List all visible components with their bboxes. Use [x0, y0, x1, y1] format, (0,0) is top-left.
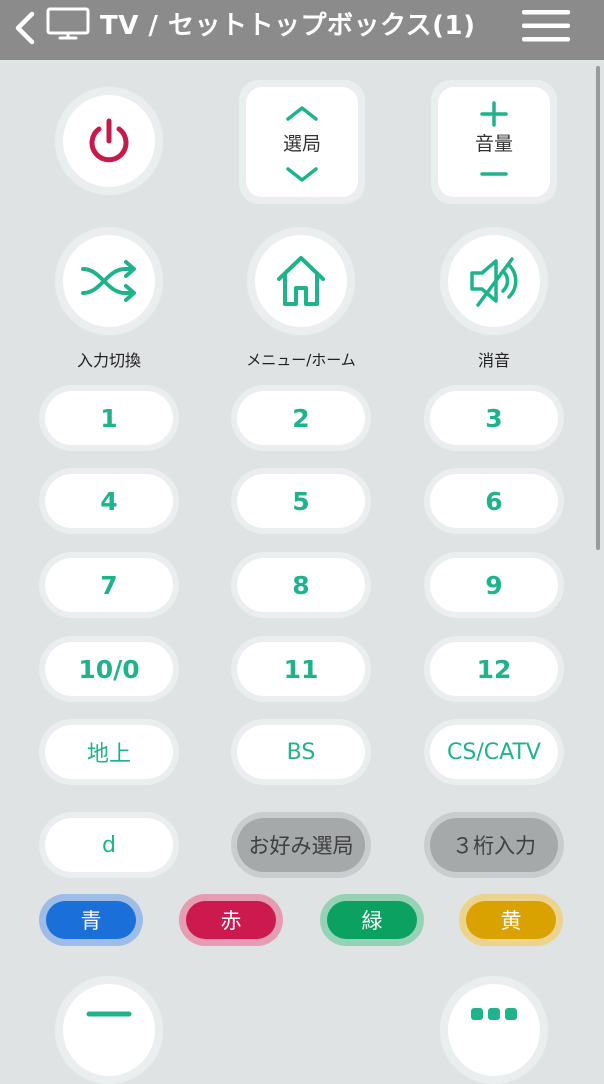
- blue-button[interactable]: 青: [46, 901, 136, 939]
- volume-up-icon[interactable]: [480, 101, 508, 127]
- input-switch-label: 入力切換: [76, 351, 141, 370]
- green-button-frame: 緑: [320, 894, 424, 946]
- red-button-frame: 赤: [179, 894, 283, 946]
- volume-control: 音量: [438, 87, 550, 197]
- key-8[interactable]: 8: [237, 558, 365, 612]
- key-4[interactable]: 4: [45, 474, 173, 528]
- home-label: メニュー/ホーム: [246, 351, 356, 369]
- key-1[interactable]: 1: [45, 391, 173, 445]
- favorite-frame: お好み選局: [231, 812, 371, 878]
- more-button-frame: [440, 976, 548, 1084]
- mute-button-frame: [440, 227, 548, 335]
- volume-down-icon[interactable]: [480, 169, 508, 179]
- key-2[interactable]: 2: [237, 391, 365, 445]
- volume-label: 音量: [474, 133, 513, 155]
- shuffle-icon: [81, 260, 136, 302]
- yellow-button[interactable]: 黄: [466, 901, 556, 939]
- minus-button[interactable]: [63, 984, 155, 1076]
- cs-catv-button[interactable]: CS/CATV: [430, 725, 558, 779]
- key-6[interactable]: 6: [430, 474, 558, 528]
- key-12[interactable]: 12: [430, 642, 558, 696]
- volume-control-frame: 音量: [431, 80, 557, 204]
- key-frame: 1: [39, 385, 179, 451]
- channel-control-frame: 選局: [239, 80, 365, 204]
- home-button[interactable]: [255, 235, 347, 327]
- channel-control: 選局: [246, 87, 358, 197]
- yellow-button-frame: 黄: [459, 894, 563, 946]
- key-frame: 5: [231, 468, 371, 534]
- three-digit-input-button[interactable]: ３桁入力: [430, 818, 558, 872]
- key-frame: 9: [424, 552, 564, 618]
- key-9[interactable]: 9: [430, 558, 558, 612]
- three-digit-frame: ３桁入力: [424, 812, 564, 878]
- key-frame: 7: [39, 552, 179, 618]
- terrestrial-button[interactable]: 地上: [45, 725, 173, 779]
- key-frame: 8: [231, 552, 371, 618]
- broadcast-frame: BS: [231, 719, 371, 785]
- home-button-frame: [247, 227, 355, 335]
- key-10[interactable]: 10/0: [45, 642, 173, 696]
- more-button[interactable]: [448, 984, 540, 1076]
- green-button[interactable]: 緑: [327, 901, 417, 939]
- red-button[interactable]: 赤: [186, 901, 276, 939]
- broadcast-frame: CS/CATV: [424, 719, 564, 785]
- favorite-channel-button[interactable]: お好み選局: [237, 818, 365, 872]
- back-arrow-icon[interactable]: [10, 10, 40, 46]
- key-11[interactable]: 11: [237, 642, 365, 696]
- key-frame: 6: [424, 468, 564, 534]
- key-5[interactable]: 5: [237, 474, 365, 528]
- key-frame: 4: [39, 468, 179, 534]
- channel-label: 選局: [282, 133, 321, 155]
- hamburger-menu-icon[interactable]: [520, 8, 572, 44]
- home-icon: [277, 256, 325, 306]
- mute-button[interactable]: [448, 235, 540, 327]
- mute-label: 消音: [477, 351, 510, 370]
- channel-up-icon[interactable]: [284, 103, 320, 123]
- d-button[interactable]: d: [45, 818, 173, 872]
- input-switch-frame: [55, 227, 163, 335]
- more-dots-icon: [471, 1008, 517, 1020]
- key-frame: 2: [231, 385, 371, 451]
- app-header: TV / セットトップボックス(1): [0, 0, 604, 60]
- broadcast-frame: 地上: [39, 719, 179, 785]
- key-frame: 3: [424, 385, 564, 451]
- key-frame: 10/0: [39, 636, 179, 702]
- power-button[interactable]: [63, 95, 155, 187]
- page-title: TV / セットトップボックス(1): [100, 11, 476, 41]
- scrollbar[interactable]: [596, 66, 600, 550]
- key-frame: 11: [231, 636, 371, 702]
- minus-button-frame: [55, 976, 163, 1084]
- key-3[interactable]: 3: [430, 391, 558, 445]
- key-frame: 12: [424, 636, 564, 702]
- minus-icon: [86, 1011, 132, 1017]
- tv-icon: [46, 7, 90, 40]
- key-7[interactable]: 7: [45, 558, 173, 612]
- power-button-frame: [55, 87, 163, 195]
- input-switch-button[interactable]: [63, 235, 155, 327]
- power-icon: [89, 118, 129, 163]
- blue-button-frame: 青: [39, 894, 143, 946]
- bs-button[interactable]: BS: [237, 725, 365, 779]
- channel-down-icon[interactable]: [284, 165, 320, 185]
- d-button-frame: d: [39, 812, 179, 878]
- mute-icon: [470, 257, 518, 307]
